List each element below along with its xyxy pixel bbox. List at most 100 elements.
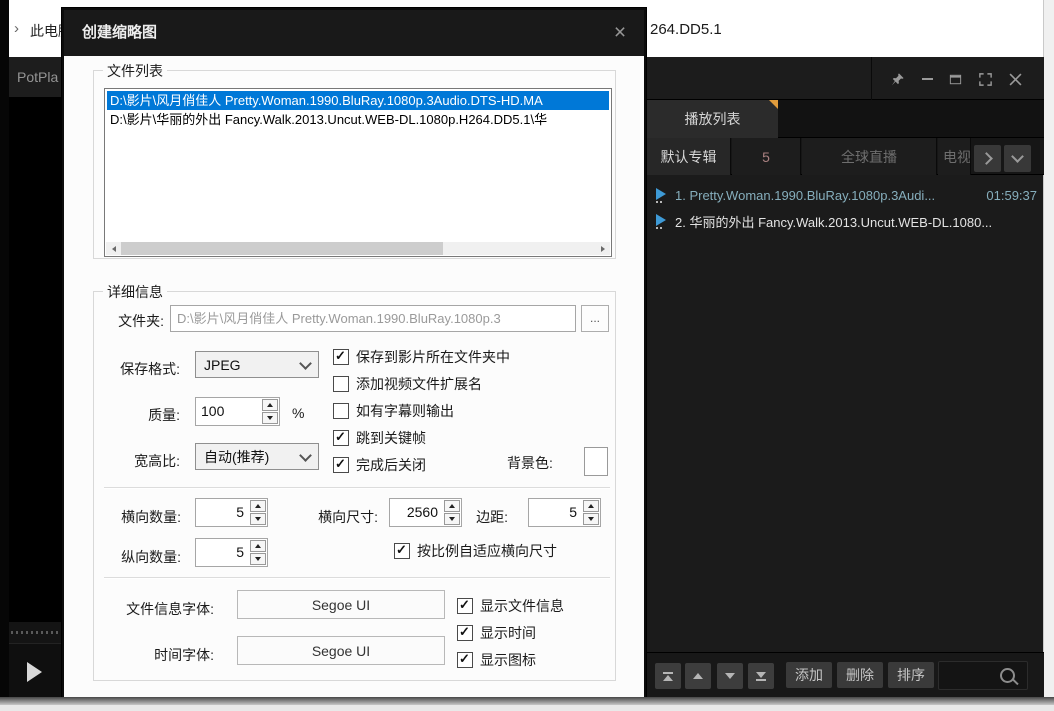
maximize-icon[interactable] <box>947 71 963 87</box>
checkbox-label: 跳到关键帧 <box>356 430 426 446</box>
album-tab-live[interactable]: 全球直播 <box>802 138 937 175</box>
scroll-left-icon[interactable] <box>106 242 121 255</box>
pin-icon[interactable] <box>889 71 905 87</box>
quality-spinner[interactable]: 100 <box>195 397 280 426</box>
spin-up-icon[interactable] <box>250 500 266 512</box>
dialog-close-icon[interactable]: × <box>608 21 632 45</box>
checkbox-label: 显示时间 <box>480 625 536 641</box>
album-tab-tv[interactable]: 电视剧 <box>938 138 971 175</box>
checkbox-show-file-info[interactable]: 显示文件信息 <box>457 596 564 616</box>
time-font-label: 时间字体: <box>154 647 214 663</box>
checkbox-label: 如有字幕则输出 <box>356 403 454 419</box>
spin-up-icon[interactable] <box>262 399 278 411</box>
player-window-sliver: PotPla <box>9 57 62 700</box>
scrollbar-thumb[interactable] <box>121 242 444 255</box>
spin-down-icon[interactable] <box>262 412 278 424</box>
sort-button[interactable]: 排序 <box>888 662 934 688</box>
checkbox-label: 显示图标 <box>480 652 536 668</box>
play-item-icon <box>656 214 667 229</box>
playlist-item-duration: 01:59:37 <box>986 187 1037 203</box>
aspect-value: 自动(推荐) <box>204 448 270 465</box>
checkbox-label: 显示文件信息 <box>480 598 564 614</box>
bgcolor-swatch[interactable] <box>584 447 608 476</box>
search-icon <box>1000 668 1015 683</box>
file-list-item[interactable]: D:\影片\风月俏佳人 Pretty.Woman.1990.BluRay.108… <box>107 91 609 110</box>
checkbox-fit-horizontal[interactable]: 按比例自适应横向尺寸 <box>394 541 557 561</box>
spin-down-icon[interactable] <box>250 513 266 525</box>
create-thumbnail-dialog: 创建缩略图 × 文件列表 D:\影片\风月俏佳人 Pretty.Woman.19… <box>62 8 646 700</box>
play-item-icon <box>656 188 667 203</box>
playlist-item-2[interactable]: 2. 华丽的外出 Fancy.Walk.2013.Uncut.WEB-DL.10… <box>647 208 1044 234</box>
time-font-button[interactable]: Segoe UI <box>237 636 445 665</box>
spin-up-icon[interactable] <box>250 540 266 552</box>
spin-down-icon[interactable] <box>250 553 266 565</box>
info-font-button[interactable]: Segoe UI <box>237 590 445 619</box>
fullscreen-icon[interactable] <box>977 71 993 87</box>
tab-playlist[interactable]: 播放列表 <box>647 100 778 138</box>
aspect-select[interactable]: 自动(推荐) <box>195 443 319 470</box>
add-button[interactable]: 添加 <box>786 662 832 688</box>
checkbox-box <box>333 429 349 446</box>
dialog-titlebar[interactable]: 创建缩略图 × <box>64 10 644 56</box>
margin-value: 5 <box>569 504 577 520</box>
album-tab-count[interactable]: 5 <box>732 138 801 175</box>
tab-playlist-label: 播放列表 <box>684 111 741 127</box>
screen: › 此电脑 264.DD5.1 PotPla 播放列表 默认专辑 5 全球直播 … <box>0 0 1054 711</box>
horizontal-scrollbar[interactable] <box>106 242 610 255</box>
album-tab-default[interactable]: 默认专辑 <box>647 138 731 175</box>
checkbox-close-when-done[interactable]: 完成后关闭 <box>333 455 426 475</box>
minimize-icon[interactable] <box>919 71 935 87</box>
checkbox-box <box>457 651 473 668</box>
move-bottom-button[interactable] <box>748 663 774 689</box>
album-next-button[interactable] <box>974 145 1001 172</box>
browse-button[interactable]: ... <box>581 305 609 332</box>
playlist-item-1[interactable]: 1. Pretty.Woman.1990.BluRay.1080p.3Audi.… <box>647 182 1044 208</box>
format-value: JPEG <box>204 356 241 373</box>
checkbox-box <box>457 597 473 614</box>
spin-down-icon[interactable] <box>444 513 460 525</box>
checkbox-add-video-ext[interactable]: 添加视频文件扩展名 <box>333 374 482 394</box>
move-up-button[interactable] <box>685 663 711 689</box>
checkbox-show-time[interactable]: 显示时间 <box>457 623 536 643</box>
file-list-item[interactable]: D:\影片\华丽的外出 Fancy.Walk.2013.Uncut.WEB-DL… <box>107 110 609 129</box>
h-size-spinner[interactable]: 2560 <box>389 498 462 527</box>
search-input[interactable] <box>938 661 1028 690</box>
h-size-label: 横向尺寸: <box>318 509 378 525</box>
checkbox-box <box>333 348 349 365</box>
seekbar[interactable] <box>9 622 62 643</box>
format-select[interactable]: JPEG <box>195 351 319 378</box>
h-count-value: 5 <box>236 504 244 520</box>
play-button[interactable] <box>27 662 42 682</box>
file-list-group-label: 文件列表 <box>103 61 167 81</box>
spin-up-icon[interactable] <box>444 500 460 512</box>
checkbox-box <box>333 456 349 473</box>
h-count-spinner[interactable]: 5 <box>195 498 268 527</box>
scroll-right-icon[interactable] <box>595 242 610 255</box>
video-area[interactable] <box>9 97 62 622</box>
checkbox-box <box>394 542 410 559</box>
scrollbar-track[interactable] <box>121 242 595 255</box>
aspect-label: 宽高比: <box>134 453 180 469</box>
checkbox-save-to-movie-folder[interactable]: 保存到影片所在文件夹中 <box>333 347 510 367</box>
checkbox-output-subtitle[interactable]: 如有字幕则输出 <box>333 401 454 421</box>
checkbox-label: 添加视频文件扩展名 <box>356 376 482 392</box>
checkbox-show-icon[interactable]: 显示图标 <box>457 650 536 670</box>
checkbox-box <box>333 376 349 392</box>
move-top-button[interactable] <box>655 663 681 689</box>
checkbox-seek-keyframe[interactable]: 跳到关键帧 <box>333 428 426 448</box>
combo-chevron-icon <box>299 448 312 462</box>
v-count-spinner[interactable]: 5 <box>195 538 268 567</box>
margin-spinner[interactable]: 5 <box>528 498 601 527</box>
playlist-item-title: 1. Pretty.Woman.1990.BluRay.1080p.3Audi.… <box>675 187 936 203</box>
details-group-label: 详细信息 <box>103 282 167 302</box>
spin-down-icon[interactable] <box>583 513 599 525</box>
close-icon[interactable] <box>1007 71 1023 87</box>
album-dropdown-button[interactable] <box>1004 145 1031 172</box>
delete-button[interactable]: 删除 <box>837 662 883 688</box>
quality-value: 100 <box>201 403 225 419</box>
file-listbox[interactable]: D:\影片\风月俏佳人 Pretty.Woman.1990.BluRay.108… <box>104 88 612 257</box>
folder-input[interactable]: D:\影片\风月俏佳人 Pretty.Woman.1990.BluRay.108… <box>170 305 576 332</box>
move-down-button[interactable] <box>717 663 743 689</box>
spin-up-icon[interactable] <box>583 500 599 512</box>
v-count-label: 纵向数量: <box>121 549 181 565</box>
